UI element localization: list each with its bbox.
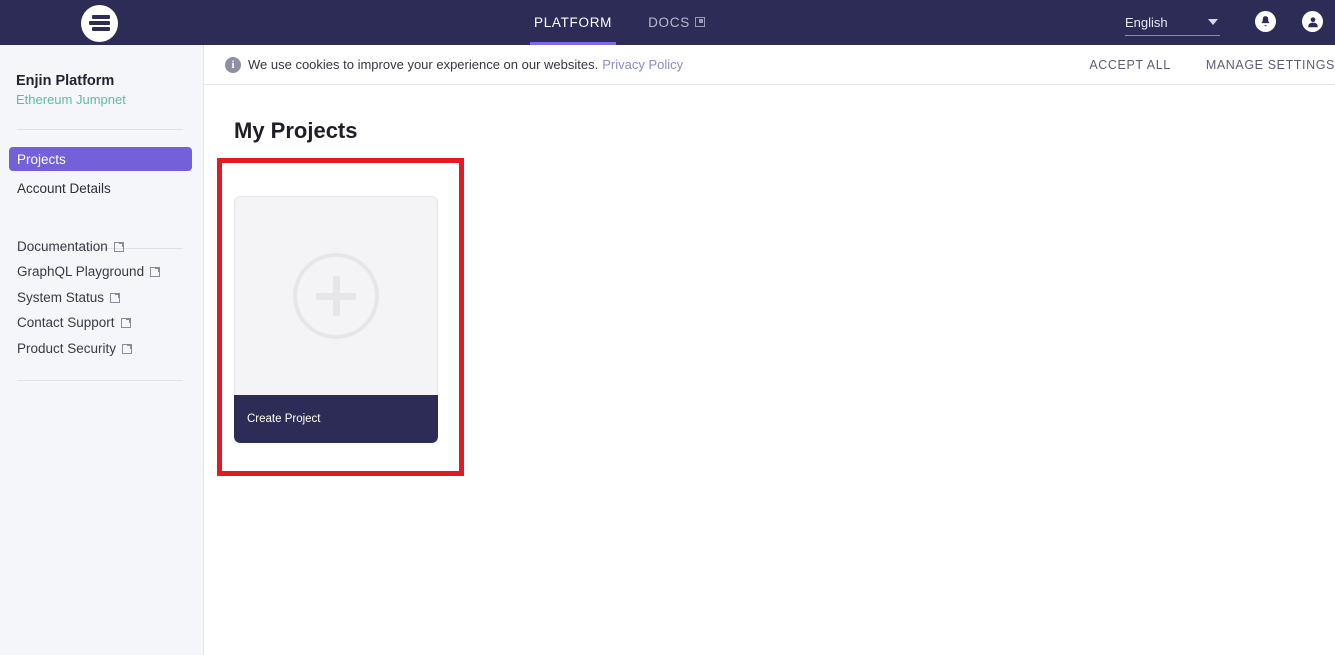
- sidebar-item-account-details-label: Account Details: [17, 180, 111, 196]
- create-project-card-body[interactable]: [234, 196, 438, 395]
- sidebar-item-account-details[interactable]: Account Details: [9, 176, 192, 200]
- sidebar-link-graphql-playground-label: GraphQL Playground: [17, 264, 145, 279]
- sidebar-brand-title: Enjin Platform: [16, 73, 115, 89]
- sidebar-item-projects-label: Projects: [17, 151, 66, 167]
- sidebar: Enjin Platform Ethereum Jumpnet Projects…: [0, 45, 204, 655]
- external-link-icon: [122, 343, 133, 354]
- nav-tab-docs-label: DOCS: [648, 15, 690, 30]
- create-project-label: Create Project: [247, 413, 321, 425]
- manage-settings-button[interactable]: MANAGE SETTINGS: [1206, 58, 1335, 72]
- logo-bars-icon: [88, 15, 110, 31]
- cookie-banner-actions: ACCEPT ALL MANAGE SETTINGS: [1089, 58, 1335, 72]
- sidebar-item-projects[interactable]: Projects: [9, 147, 192, 171]
- sidebar-link-contact-support-label: Contact Support: [17, 315, 115, 330]
- create-project-card[interactable]: Create Project: [234, 196, 438, 443]
- nav-tab-platform[interactable]: PLATFORM: [530, 0, 617, 45]
- cookie-consent-banner: i We use cookies to improve your experie…: [204, 45, 1335, 85]
- top-header-bar: PLATFORM DOCS English: [0, 0, 1335, 45]
- external-link-icon: [694, 16, 705, 27]
- external-link-icon: [110, 292, 121, 303]
- info-icon: i: [225, 56, 241, 73]
- page-title: My Projects: [234, 118, 358, 143]
- enjin-logo[interactable]: [80, 4, 118, 42]
- language-selector-value: English: [1125, 14, 1168, 30]
- header-icon-group: [1255, 11, 1323, 32]
- sidebar-link-documentation[interactable]: Documentation: [17, 239, 124, 254]
- external-link-icon: [113, 241, 124, 252]
- sidebar-link-system-status-label: System Status: [17, 290, 105, 305]
- cookie-banner-text: We use cookies to improve your experienc…: [248, 57, 683, 72]
- sidebar-divider-bottom: [17, 380, 183, 381]
- account-avatar-icon[interactable]: [1302, 11, 1323, 32]
- cookie-banner-message: We use cookies to improve your experienc…: [248, 57, 599, 72]
- external-link-icon: [120, 317, 131, 328]
- nav-tab-docs[interactable]: DOCS: [644, 0, 709, 45]
- external-link-icon: [150, 266, 161, 277]
- sidebar-link-product-security-label: Product Security: [17, 341, 117, 356]
- accept-all-button[interactable]: ACCEPT ALL: [1089, 58, 1171, 72]
- plus-circle-icon: [293, 253, 379, 339]
- main-navigation: PLATFORM DOCS: [530, 0, 709, 45]
- language-selector[interactable]: English: [1125, 9, 1220, 36]
- create-project-card-footer: Create Project: [234, 395, 438, 443]
- chevron-down-icon: [1208, 19, 1218, 25]
- sidebar-link-graphql-playground[interactable]: GraphQL Playground: [17, 264, 161, 279]
- main-content: My Projects Create Project: [204, 86, 1335, 655]
- sidebar-link-contact-support[interactable]: Contact Support: [17, 315, 131, 330]
- sidebar-network-name: Ethereum Jumpnet: [16, 92, 126, 107]
- sidebar-link-product-security[interactable]: Product Security: [17, 341, 133, 356]
- privacy-policy-link[interactable]: Privacy Policy: [602, 57, 683, 72]
- logo-circle: [80, 4, 118, 42]
- nav-tab-platform-label: PLATFORM: [534, 15, 613, 30]
- sidebar-link-system-status[interactable]: System Status: [17, 290, 121, 305]
- sidebar-divider-top: [17, 129, 183, 130]
- notification-bell-icon[interactable]: [1255, 11, 1276, 32]
- sidebar-link-documentation-label: Documentation: [17, 239, 108, 254]
